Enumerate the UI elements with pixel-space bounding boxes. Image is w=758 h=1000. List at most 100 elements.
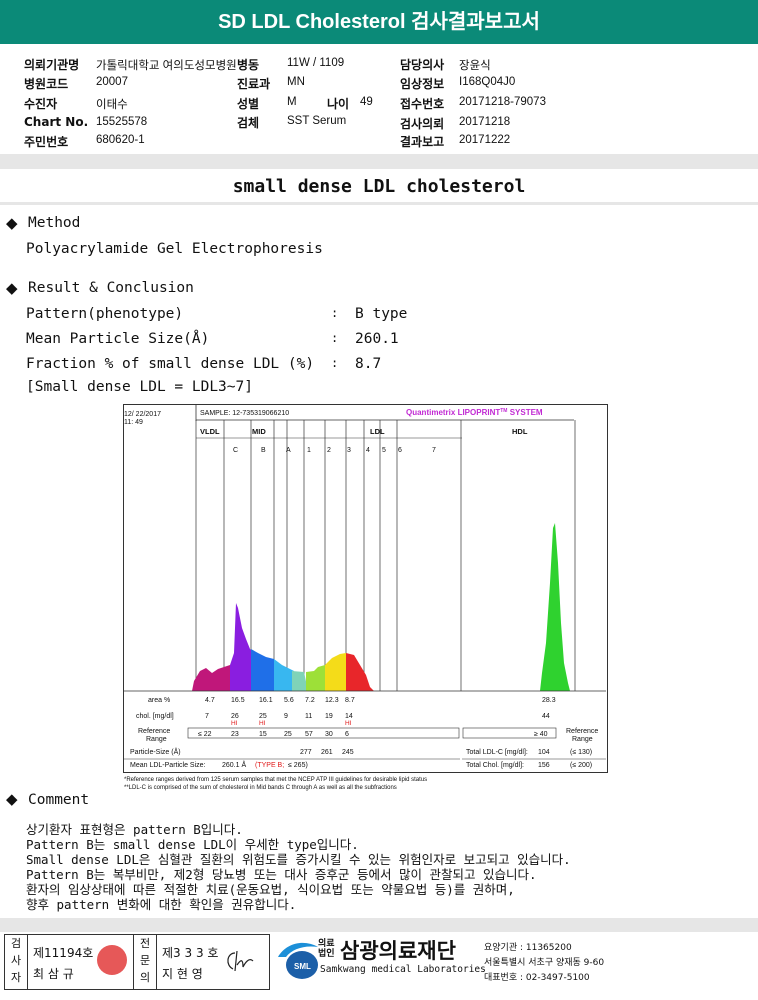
ref-cell: 25 <box>284 731 292 738</box>
band-label: 7 <box>432 447 436 454</box>
header-value: SST Serum <box>287 115 347 127</box>
table-cell: 7 <box>205 713 209 720</box>
header-label: 검체 <box>237 116 260 130</box>
header-label: 병동 <box>237 58 260 72</box>
header-label: 담당의사 <box>400 58 445 72</box>
org-block: SML 의료 법인 삼광의료재단 Samkwang medical Laborat… <box>274 935 758 989</box>
header-label: 주민번호 <box>24 135 69 149</box>
table-cell: 9 <box>284 713 288 720</box>
header-label: 성별 <box>237 97 260 111</box>
total-ldl-value: 104 <box>538 749 550 756</box>
header-label: 수진자 <box>24 97 58 111</box>
result-value: 260.1 <box>355 331 399 347</box>
result-colon: : <box>331 331 339 345</box>
doctor-label: 전문의 <box>133 935 157 989</box>
examiner-seal-icon <box>97 945 127 975</box>
header-label: 나이 <box>327 97 350 111</box>
band-label: 4 <box>366 447 370 454</box>
org-english-name: Samkwang medical Laboratories <box>320 964 486 975</box>
table-cell: 12.3 <box>325 697 339 704</box>
comment-line: 향후 pattern 변화에 대한 확인을 권유합니다. <box>26 897 297 912</box>
header-value: 20171218-79073 <box>459 96 546 108</box>
group-label: HDL <box>512 427 528 436</box>
ref-cell: 6 <box>345 731 349 738</box>
mean-value: 260.1 Å <box>222 760 246 769</box>
org-prefix: 의료 법인 <box>318 939 335 959</box>
table-cell: 28.3 <box>542 697 556 704</box>
result-note: [Small dense LDL = LDL3~7] <box>26 379 253 395</box>
table-row-label: chol. [mg/dl] <box>136 713 174 720</box>
header-value: 20007 <box>96 76 128 88</box>
chart-brand: Quantimetrix LIPOPRINTTM SYSTEM <box>406 408 543 417</box>
header-label: 진료과 <box>237 77 271 91</box>
table-cell: 16.5 <box>231 697 245 704</box>
peak-area <box>540 523 570 691</box>
result-value: 8.7 <box>355 356 382 372</box>
band-label: B <box>261 447 266 454</box>
examiner-name: 최 삼 규 <box>33 967 74 981</box>
band-label: A <box>286 447 291 454</box>
band-label: 5 <box>382 447 386 454</box>
section-title: small dense LDL cholesterol <box>232 176 526 197</box>
particle-size-value: 245 <box>342 749 354 756</box>
table-cell: 25 <box>259 713 267 720</box>
peak-area <box>192 665 232 691</box>
footnote: *Reference ranges derived from 125 serum… <box>124 777 427 783</box>
header-value: 20171222 <box>459 134 511 146</box>
table-cell: 19 <box>325 713 333 720</box>
band-label: C <box>233 447 238 454</box>
doctor-name: 지 현 영 <box>162 967 203 981</box>
report-title: SD LDL Cholesterol 검사결과보고서 <box>0 0 758 44</box>
lipoprint-chart: 12/ 22/2017 11: 49 SAMPLE: 12-7353190662… <box>123 404 608 791</box>
method-heading: Method <box>28 215 81 231</box>
ref-cell: 57 <box>305 731 313 738</box>
table-cell: 26 <box>231 713 239 720</box>
org-code: 요양기관 : 11365200 <box>484 943 572 953</box>
header-label: 검사의뢰 <box>400 117 445 131</box>
section-divider-bottom <box>0 202 758 205</box>
table-cell: 16.1 <box>259 697 273 704</box>
comment-line: 환자의 임상상태에 따른 적절한 치료(운동요법, 식이요법 또는 약물요법 등… <box>26 882 515 897</box>
header-value: 680620-1 <box>96 134 145 146</box>
footnote: **LDL-C is comprised of the sum of chole… <box>124 785 397 791</box>
comment-heading: Comment <box>28 792 90 808</box>
diamond-bullet-icon: ◆ <box>6 279 18 297</box>
signature-box: 검사자 제11194호 최 삼 규 전문의 제3 3 3 호 지 현 영 <box>4 934 270 990</box>
chart-date: 12/ 22/2017 <box>124 411 161 418</box>
header-label: 임상정보 <box>400 77 445 91</box>
total-chol-label: Total Chol. [mg/dl]: <box>466 762 524 769</box>
band-label: 1 <box>307 447 311 454</box>
result-value: B type <box>355 306 408 322</box>
section-divider <box>0 154 758 169</box>
chart-sample: SAMPLE: 12-735319066210 <box>200 410 289 417</box>
header-value: 20171218 <box>459 116 511 128</box>
comment-line: Pattern B는 복부비만, 제2형 당뇨병 또는 대사 증후군 등에서 많… <box>26 867 537 882</box>
table-cell: HI <box>231 720 238 727</box>
peak-area <box>346 653 374 691</box>
header-value: 49 <box>360 96 373 108</box>
ref-cell: 23 <box>231 731 239 738</box>
ref-label: Range <box>146 736 167 743</box>
header-value: 15525578 <box>96 116 148 128</box>
group-label: MID <box>252 427 266 436</box>
total-chol-ref: (≤ 200) <box>570 762 592 769</box>
peak-area <box>292 671 308 691</box>
band-label: 2 <box>327 447 331 454</box>
sml-logo-icon: SML <box>278 942 318 979</box>
header-label: 의뢰기관명 <box>24 58 80 72</box>
result-heading: Result & Conclusion <box>28 280 194 296</box>
particle-size-value: 261 <box>321 749 333 756</box>
header-value: 장윤식 <box>459 60 491 72</box>
ref-cell: ≥ 40 <box>534 731 548 738</box>
ref-label: Reference <box>566 728 598 735</box>
ref-cell: ≤ 22 <box>198 731 212 738</box>
table-row-label: area % <box>148 697 170 704</box>
org-name: 삼광의료재단 <box>340 939 456 963</box>
doctor-signature-icon <box>227 950 254 972</box>
examiner-label: 검사자 <box>5 935 28 989</box>
header-value: M <box>287 96 297 108</box>
diamond-bullet-icon: ◆ <box>6 214 18 232</box>
peak-area <box>230 603 253 691</box>
diamond-bullet-icon: ◆ <box>6 790 18 808</box>
result-colon: : <box>331 306 339 320</box>
